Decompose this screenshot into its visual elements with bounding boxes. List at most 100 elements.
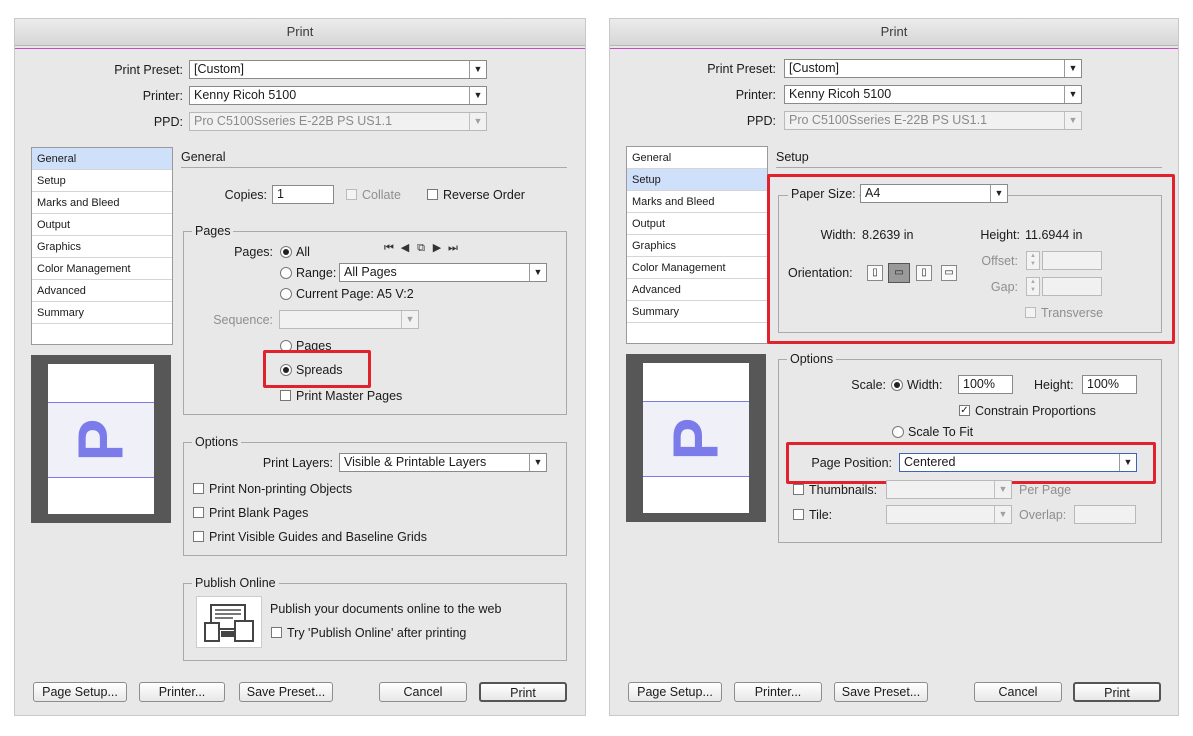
publish-online-title: Publish Online bbox=[192, 576, 279, 590]
section-item-marks-and-bleed[interactable]: Marks and Bleed bbox=[627, 191, 767, 213]
section-item-color-management[interactable]: Color Management bbox=[627, 257, 767, 279]
chevron-down-icon: ▼ bbox=[1064, 86, 1081, 103]
print-layers-select[interactable]: Visible & Printable Layers ▼ bbox=[339, 453, 547, 472]
printer-button[interactable]: Printer... bbox=[139, 682, 225, 702]
section-list: General Setup Marks and Bleed Output Gra… bbox=[626, 146, 768, 344]
printer-select[interactable]: Kenny Ricoh 5100 ▼ bbox=[189, 86, 487, 105]
range-radio[interactable] bbox=[280, 267, 292, 279]
section-item-general[interactable]: General bbox=[627, 147, 767, 169]
page-preview: P bbox=[626, 354, 766, 522]
chevron-down-icon: ▼ bbox=[469, 113, 486, 130]
section-item-summary[interactable]: Summary bbox=[627, 301, 767, 323]
publish-online-try-label: Try 'Publish Online' after printing bbox=[287, 626, 467, 640]
sequence-label: Sequence: bbox=[213, 313, 273, 327]
publish-online-checkbox[interactable] bbox=[271, 627, 282, 638]
page-setup-button[interactable]: Page Setup... bbox=[33, 682, 127, 702]
copies-input[interactable]: 1 bbox=[272, 185, 334, 204]
scale-to-fit-label: Scale To Fit bbox=[908, 425, 974, 439]
tile-label: Tile: bbox=[809, 508, 833, 522]
printer-button[interactable]: Printer... bbox=[734, 682, 822, 702]
publish-online-text: Publish your documents online to the web bbox=[270, 602, 502, 616]
preview-letter: P bbox=[659, 417, 732, 461]
print-layers-label: Print Layers: bbox=[262, 456, 333, 470]
paper-size-highlight bbox=[767, 174, 1175, 344]
current-page-radio[interactable] bbox=[280, 288, 292, 300]
reverse-order-checkbox[interactable] bbox=[427, 189, 438, 200]
ppd-select: Pro C5100Sseries E-22B PS US1.1 ▼ bbox=[189, 112, 487, 131]
sequence-select: ▼ bbox=[279, 310, 419, 329]
printer-label: Printer: bbox=[735, 88, 776, 102]
dialog-title: Print bbox=[15, 19, 585, 46]
cancel-button[interactable]: Cancel bbox=[379, 682, 467, 702]
section-item-advanced[interactable]: Advanced bbox=[627, 279, 767, 301]
scale-width-input[interactable]: 100% bbox=[958, 375, 1013, 394]
section-item-color-management[interactable]: Color Management bbox=[32, 258, 172, 280]
overlap-label: Overlap: bbox=[1019, 508, 1067, 522]
print-guides-checkbox[interactable] bbox=[193, 531, 204, 542]
print-blank-label: Print Blank Pages bbox=[209, 506, 309, 520]
collate-checkbox bbox=[346, 189, 357, 200]
chevron-down-icon: ▼ bbox=[469, 87, 486, 104]
spreads-highlight bbox=[263, 350, 371, 388]
preview-letter: P bbox=[64, 418, 137, 462]
print-dialog-general: Print Print Preset: [Custom] ▼ Printer: K… bbox=[14, 18, 586, 716]
section-heading: Setup bbox=[776, 150, 809, 164]
printer-label: Printer: bbox=[142, 89, 183, 103]
section-item-marks-and-bleed[interactable]: Marks and Bleed bbox=[32, 192, 172, 214]
section-item-graphics[interactable]: Graphics bbox=[32, 236, 172, 258]
section-item-general[interactable]: General bbox=[32, 148, 172, 170]
pages-group-title: Pages bbox=[192, 224, 234, 238]
all-pages-radio[interactable] bbox=[280, 246, 292, 258]
range-select[interactable]: All Pages ▼ bbox=[339, 263, 547, 282]
chevron-down-icon: ▼ bbox=[1064, 112, 1081, 129]
print-preset-label: Print Preset: bbox=[707, 62, 776, 76]
section-item-summary[interactable]: Summary bbox=[32, 302, 172, 324]
print-nonprinting-label: Print Non-printing Objects bbox=[209, 482, 353, 496]
print-nonprinting-checkbox[interactable] bbox=[193, 483, 204, 494]
options-group-title: Options bbox=[787, 352, 837, 366]
tile-checkbox[interactable] bbox=[793, 509, 804, 520]
scale-to-fit-radio[interactable] bbox=[892, 426, 904, 438]
print-dialog-setup: Print Print Preset: [Custom] ▼ Printer: K… bbox=[609, 18, 1179, 716]
scale-label: Scale: bbox=[851, 378, 886, 392]
range-label: Range: bbox=[296, 266, 337, 280]
section-item-advanced[interactable]: Advanced bbox=[32, 280, 172, 302]
section-item-output[interactable]: Output bbox=[32, 214, 172, 236]
heading-divider bbox=[776, 167, 1162, 168]
print-master-pages-checkbox[interactable] bbox=[280, 390, 291, 401]
cancel-button[interactable]: Cancel bbox=[974, 682, 1062, 702]
scale-width-label: Width: bbox=[907, 378, 943, 392]
scale-width-radio[interactable] bbox=[891, 379, 903, 391]
page-preview: P bbox=[31, 355, 171, 523]
save-preset-button[interactable]: Save Preset... bbox=[834, 682, 928, 702]
ppd-label: PPD: bbox=[153, 115, 183, 129]
thumbnails-checkbox[interactable] bbox=[793, 484, 804, 495]
thumbnails-select: ▼ bbox=[886, 480, 1012, 499]
tile-select: ▼ bbox=[886, 505, 1012, 524]
next-page-icon[interactable]: ▶ bbox=[429, 241, 445, 254]
section-item-output[interactable]: Output bbox=[627, 213, 767, 235]
constrain-proportions-checkbox[interactable]: ✓ bbox=[959, 405, 970, 416]
print-preset-select[interactable]: [Custom] ▼ bbox=[189, 60, 487, 79]
section-item-setup[interactable]: Setup bbox=[627, 169, 767, 191]
print-guides-label: Print Visible Guides and Baseline Grids bbox=[209, 530, 427, 544]
pages-icon[interactable]: ⧉ bbox=[413, 242, 429, 255]
scale-height-input[interactable]: 100% bbox=[1082, 375, 1137, 394]
print-button[interactable]: Print bbox=[1073, 682, 1161, 702]
print-blank-checkbox[interactable] bbox=[193, 507, 204, 518]
print-button[interactable]: Print bbox=[479, 682, 567, 702]
previous-page-icon[interactable]: ◀ bbox=[397, 241, 413, 254]
save-preset-button[interactable]: Save Preset... bbox=[239, 682, 333, 702]
section-list: General Setup Marks and Bleed Output Gra… bbox=[31, 147, 173, 345]
first-page-icon[interactable]: ⏮ bbox=[381, 242, 397, 255]
print-preset-select[interactable]: [Custom] ▼ bbox=[784, 59, 1082, 78]
section-item-setup[interactable]: Setup bbox=[32, 170, 172, 192]
section-item-graphics[interactable]: Graphics bbox=[627, 235, 767, 257]
last-page-icon[interactable]: ⏭ bbox=[445, 242, 461, 255]
ppd-label: PPD: bbox=[746, 114, 776, 128]
print-master-pages-label: Print Master Pages bbox=[296, 389, 403, 403]
page-navigation: ⏮ ◀ ⧉ ▶ ⏭ bbox=[381, 240, 461, 255]
page-setup-button[interactable]: Page Setup... bbox=[628, 682, 722, 702]
all-pages-label: All bbox=[296, 245, 310, 259]
printer-select[interactable]: Kenny Ricoh 5100 ▼ bbox=[784, 85, 1082, 104]
